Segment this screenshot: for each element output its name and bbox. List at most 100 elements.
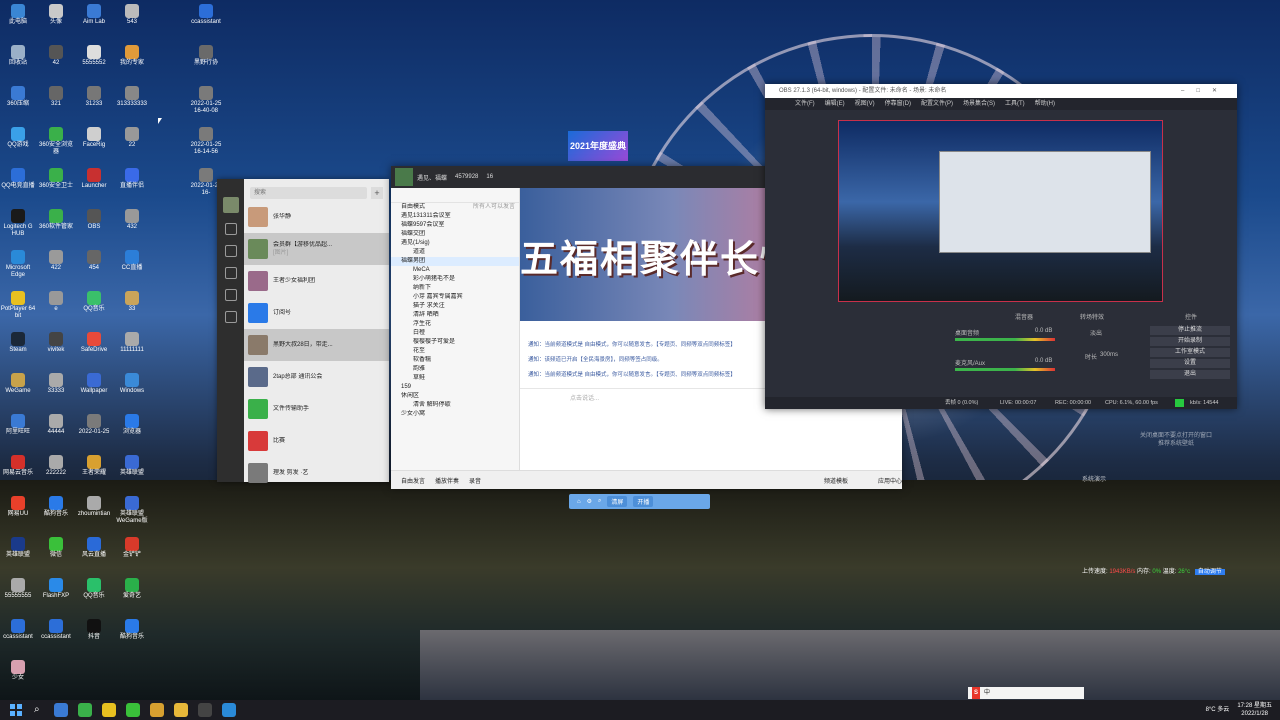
gear-icon[interactable]: ⚙ [587,498,592,505]
room-avatar[interactable] [395,168,413,186]
duration-input[interactable]: 300ms [1100,352,1118,358]
desktop-icon[interactable]: 2022-01-25 [76,414,112,436]
files-icon[interactable] [224,289,237,301]
desktop-icon[interactable]: 酷狗音乐 [114,619,150,641]
search-input[interactable] [250,187,368,199]
desktop-icon[interactable]: 浏览器 [114,414,150,436]
channel-node[interactable]: 遇见(1/sig) [391,239,519,248]
obs-control-button[interactable]: 设置 [1150,359,1230,368]
obs-control-button[interactable]: 工作室模式 [1150,348,1230,357]
menu-item[interactable]: 视图(V) [855,101,875,107]
desktop-icon[interactable]: ccassistant [38,619,74,641]
channel-user[interactable]: 彩小萌猪毛不是 [391,275,519,284]
channel-node[interactable]: 福蝶9597会议室 [391,221,519,230]
desktop-icon[interactable]: 回收站 [0,45,36,67]
desktop-icon[interactable]: 英雄联盟 [0,537,36,559]
favorites-icon[interactable] [224,267,237,279]
channel-node[interactable]: 159 [391,383,519,392]
desktop-icon[interactable]: 网易云音乐 [0,455,36,477]
desktop-icon[interactable]: 222222 [38,455,74,477]
desktop-icon[interactable]: 360安全浏览器 [38,127,74,156]
desktop-icon[interactable]: Logitech G HUB [0,209,36,238]
chat-list-item[interactable]: 会员群【游移优品超... [图片] [244,233,389,265]
chat-input[interactable]: 点击说话... [570,393,599,402]
bottom-button[interactable]: 播放伴奏 [435,476,459,485]
channel-user[interactable]: MeCA [391,266,519,275]
search-icon[interactable]: ⌕ [34,703,44,717]
channel-user[interactable]: 樱樱樱子可爱是 [391,338,519,347]
window-controls[interactable]: –□✕ [1181,84,1229,98]
desktop-icon[interactable]: 黑野行协 [188,45,224,67]
desktop-icon[interactable]: 直播伴侣 [114,168,150,190]
desktop-icon[interactable]: ccassistant [188,4,224,26]
wechat-icon[interactable] [126,703,140,717]
moments-icon[interactable] [224,311,237,323]
desktop-icon[interactable]: 42 [38,45,74,67]
desktop-icon[interactable]: 微信 [38,537,74,559]
channel-user[interactable]: 猫子 求关注 [391,302,519,311]
desktop-icon[interactable]: 44444 [38,414,74,436]
channel-user[interactable]: 软香糯 [391,356,519,365]
windows-start-icon[interactable] [10,704,22,716]
go-live-button[interactable]: 开播 [633,496,654,507]
channel-user[interactable]: 韵雅 [391,365,519,374]
menu-item[interactable]: 编辑(E) [825,101,845,107]
desktop-icon[interactable]: 风云直播 [76,537,112,559]
channel-user[interactable]: 道道 [391,248,519,257]
desktop-icon[interactable]: 432 [114,209,150,231]
desktop-icon[interactable]: QQ音乐 [76,291,112,313]
desktop-icon[interactable]: 此电脑 [0,4,36,26]
bottom-button[interactable]: 应用中心 [878,476,902,485]
task-view-icon[interactable] [54,703,68,717]
desktop-icon[interactable]: 金铲铲 [114,537,150,559]
mode-label[interactable]: 自由模式 [401,203,425,212]
bottom-button[interactable]: 录音 [469,476,481,485]
add-button[interactable]: + [371,187,383,199]
edge-icon[interactable] [222,703,236,717]
yy-icon[interactable] [150,703,164,717]
desktop-icon[interactable]: 22 [114,127,150,149]
chat-list-item[interactable]: 理发 剪发 ·艺 [244,457,389,489]
desktop-icon[interactable]: 31233 [76,86,112,108]
channel-user[interactable]: 清舍 解码停歇 [391,401,519,410]
menu-item[interactable]: 帮助(H) [1035,101,1055,107]
desktop-icon[interactable]: 头像 [38,4,74,26]
home-icon[interactable]: ⌂ [577,499,581,505]
search-icon[interactable]: ⌕ [598,498,601,505]
desktop-icon[interactable]: Launcher [76,168,112,190]
desktop-icon[interactable]: 360安全卫士 [38,168,74,190]
desktop-icon[interactable]: ccassistant [0,619,36,641]
chat-icon[interactable] [224,223,237,235]
desktop-icon[interactable]: QQ音乐 [76,578,112,600]
desktop-icon[interactable]: 阿里旺旺 [0,414,36,436]
channel-user[interactable]: 白橙 [391,329,519,338]
clear-button[interactable]: 清屏 [607,496,628,507]
desktop-icon[interactable]: Aim Lab [76,4,112,26]
obs-control-button[interactable]: 退出 [1150,370,1230,379]
channel-user[interactable]: 草鲑 [391,374,519,383]
annual-banner[interactable]: 2021年度盛典 [568,131,628,161]
desktop-icon[interactable]: 33 [114,291,150,313]
wechat-window[interactable]: + 张华静会员群【游移优品超... [图片] 王者少女福利团订阅号黑野大叔28日，带… [217,179,389,483]
ime-language[interactable]: 中 [984,687,990,699]
desktop-icon[interactable]: 英雄联盟WeGame版 [114,496,150,525]
desktop-icon[interactable]: vivitek [38,332,74,354]
desktop-icon[interactable]: 360软件管家 [38,209,74,231]
channel-user[interactable]: 小芽 嘉宾专属嘉宾 [391,293,519,302]
chat-list-item[interactable]: 订阅号 [244,297,389,329]
chat-list-item[interactable]: 张华静 [244,201,389,233]
obs-control-button[interactable]: 开始录制 [1150,337,1230,346]
menu-item[interactable]: 文件(F) [795,101,815,107]
desktop-icon[interactable]: Wallpaper [76,373,112,395]
obs-icon[interactable] [198,703,212,717]
menu-item[interactable]: 停靠窗(D) [885,101,911,107]
desktop-icon[interactable]: Windows [114,373,150,395]
channel-node[interactable]: 福蝶交团 [391,230,519,239]
bottom-button[interactable]: 频道模板 [824,476,848,485]
desktop-icon[interactable]: 11111111 [114,332,150,354]
desktop-icon[interactable]: 454 [76,250,112,272]
desktop-icon[interactable]: Microsoft Edge [0,250,36,279]
desktop-icon[interactable]: 55555555 [0,578,36,600]
channel-user[interactable]: 花至 [391,347,519,356]
desktop-icon[interactable]: QQ游戏 [0,127,36,149]
